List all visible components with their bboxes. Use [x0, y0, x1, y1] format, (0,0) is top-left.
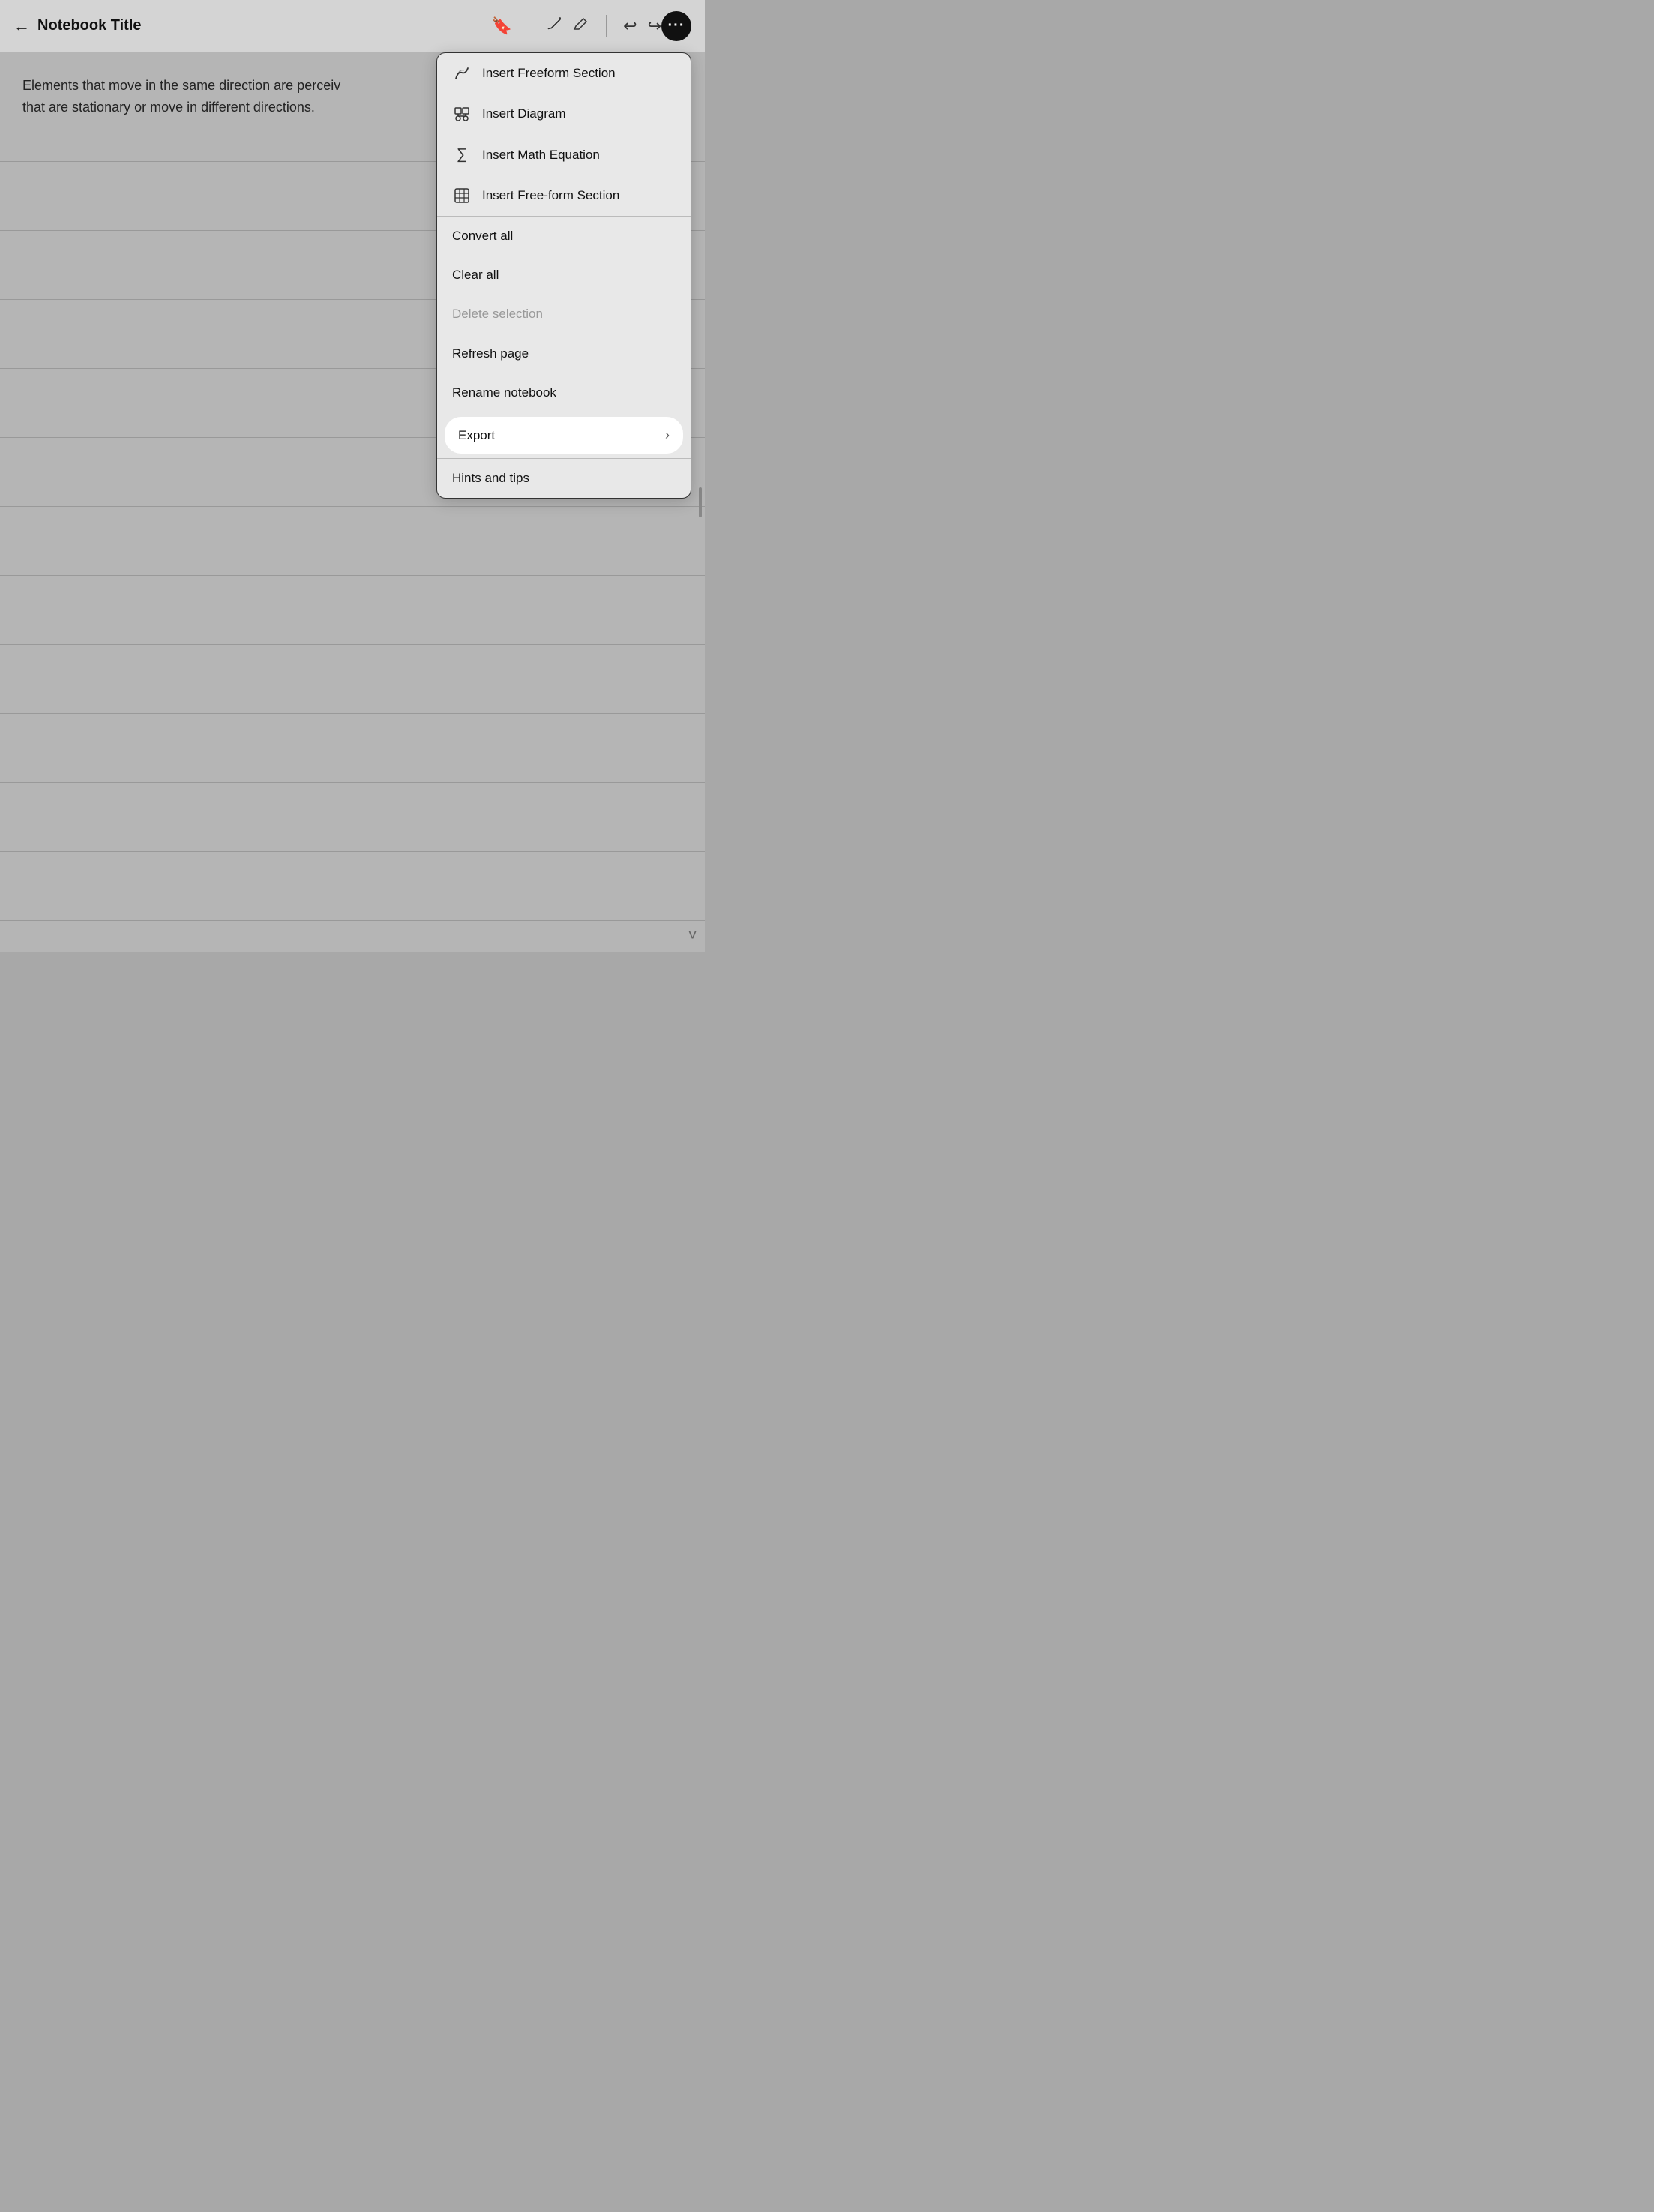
convert-all-label: Convert all — [452, 229, 513, 244]
menu-section-actions: Convert all Clear all Delete selection — [437, 217, 691, 334]
redo-icon[interactable]: ↪ — [648, 16, 661, 36]
menu-item-insert-freeform[interactable]: Insert Freeform Section — [437, 53, 691, 94]
scroll-indicator[interactable] — [699, 487, 702, 517]
ruled-line — [0, 886, 705, 921]
toolbar-center: 🔖 ↩ ↪ — [492, 15, 661, 37]
refresh-page-label: Refresh page — [452, 346, 529, 361]
undo-icon[interactable]: ↩ — [623, 16, 637, 36]
page-bottom-arrow: ˅ — [688, 925, 697, 945]
bookmark-icon[interactable]: 🔖 — [492, 16, 512, 36]
eraser-icon[interactable] — [573, 16, 589, 37]
insert-freeform-label: Insert Freeform Section — [482, 66, 616, 81]
notebook-text: Elements that move in the same direction… — [0, 52, 420, 133]
diagram-icon — [452, 106, 472, 122]
export-chevron-icon: › — [665, 427, 670, 443]
toolbar-right: ··· — [661, 11, 691, 41]
notebook-title: Notebook Title — [37, 17, 142, 34]
ruled-line — [0, 783, 705, 817]
toolbar: ← Notebook Title 🔖 ↩ ↪ ··· — [0, 0, 705, 52]
ruled-line — [0, 748, 705, 783]
menu-section-help: Hints and tips — [437, 459, 691, 498]
delete-selection-label: Delete selection — [452, 307, 543, 322]
more-icon: ··· — [668, 17, 685, 34]
grid-icon — [452, 187, 472, 204]
insert-freeform-section-label: Insert Free-form Section — [482, 188, 619, 203]
menu-section-insert: Insert Freeform Section Insert Diagram ∑… — [437, 53, 691, 217]
more-button[interactable]: ··· — [661, 11, 691, 41]
menu-item-insert-freeform-section[interactable]: Insert Free-form Section — [437, 175, 691, 216]
back-icon[interactable]: ← — [13, 16, 30, 36]
rename-notebook-label: Rename notebook — [452, 385, 556, 400]
toolbar-divider-2 — [606, 15, 607, 37]
ruled-line — [0, 610, 705, 645]
text-line-1: Elements that move in the same direction… — [22, 75, 397, 97]
insert-diagram-label: Insert Diagram — [482, 106, 565, 121]
dropdown-menu: Insert Freeform Section Insert Diagram ∑… — [436, 52, 691, 499]
menu-item-rename-notebook[interactable]: Rename notebook — [437, 373, 691, 412]
toolbar-left: ← Notebook Title — [13, 16, 492, 36]
ruled-line — [0, 679, 705, 714]
ruled-line — [0, 852, 705, 886]
clear-all-label: Clear all — [452, 268, 499, 283]
ruled-line — [0, 921, 705, 952]
menu-item-convert-all[interactable]: Convert all — [437, 217, 691, 256]
ruled-line — [0, 714, 705, 748]
menu-item-refresh-page[interactable]: Refresh page — [437, 334, 691, 373]
ruled-line — [0, 541, 705, 576]
menu-item-export[interactable]: Export › — [445, 417, 683, 454]
text-line-2: that are stationary or move in different… — [22, 97, 397, 118]
menu-section-page: Refresh page Rename notebook Export › — [437, 334, 691, 459]
ruled-line — [0, 576, 705, 610]
hints-tips-label: Hints and tips — [452, 471, 529, 486]
menu-item-insert-math[interactable]: ∑ Insert Math Equation — [437, 134, 691, 175]
menu-item-hints-tips[interactable]: Hints and tips — [437, 459, 691, 498]
menu-item-delete-selection: Delete selection — [437, 295, 691, 334]
export-label: Export — [458, 428, 495, 443]
pen-icon[interactable] — [546, 16, 562, 37]
menu-item-insert-diagram[interactable]: Insert Diagram — [437, 94, 691, 134]
menu-item-clear-all[interactable]: Clear all — [437, 256, 691, 295]
ruled-line — [0, 817, 705, 852]
ruled-line — [0, 645, 705, 679]
insert-math-label: Insert Math Equation — [482, 148, 600, 163]
freeform-icon — [452, 65, 472, 82]
ruled-line — [0, 507, 705, 541]
sigma-icon: ∑ — [452, 146, 472, 163]
